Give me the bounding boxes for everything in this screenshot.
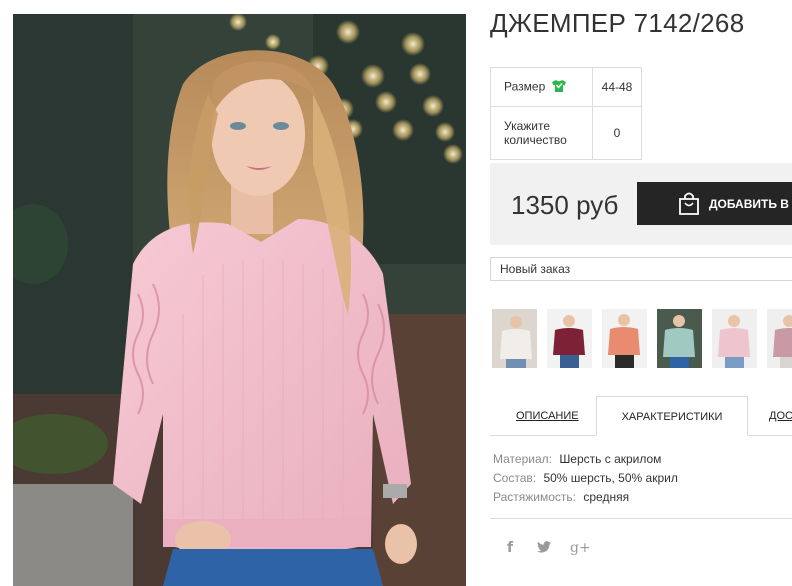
product-title: ДЖЕМПЕР 7142/268 bbox=[490, 8, 745, 38]
google-plus-icon[interactable]: g+ bbox=[570, 540, 591, 556]
characteristic-key: Материал: bbox=[493, 452, 552, 466]
product-price: 1350 руб bbox=[511, 190, 619, 220]
add-to-order-label: ДОБАВИТЬ В ЗАКАЗ bbox=[709, 196, 792, 211]
add-to-order-button[interactable]: ДОБАВИТЬ В ЗАКАЗ bbox=[637, 182, 792, 225]
characteristic-row: Растяжимость: средняя bbox=[493, 488, 678, 507]
tab-delivery[interactable]: ДОСТАВКА bbox=[769, 396, 792, 436]
characteristics-list: Материал: Шерсть с акрилом Состав: 50% ш… bbox=[493, 450, 678, 507]
thumbnail-2[interactable] bbox=[547, 309, 592, 368]
thumbnail-strip bbox=[492, 309, 792, 369]
thumbnail-4[interactable] bbox=[657, 309, 702, 368]
size-value[interactable]: 44-48 bbox=[592, 67, 642, 107]
twitter-icon[interactable] bbox=[537, 540, 551, 556]
thumbnail-6[interactable] bbox=[767, 309, 792, 368]
thumbnail-3[interactable] bbox=[602, 309, 647, 368]
product-main-photo bbox=[13, 14, 466, 586]
social-divider bbox=[490, 518, 792, 519]
size-label: Размер bbox=[504, 79, 546, 94]
tshirt-icon[interactable] bbox=[551, 79, 567, 96]
buy-panel: 1350 руб ДОБАВИТЬ В ЗАКАЗ bbox=[490, 163, 792, 245]
characteristic-value: Шерсть с акрилом bbox=[559, 452, 662, 466]
options-table: Размер 44-48 Укажите количество 0 bbox=[490, 67, 642, 160]
quantity-label: Укажите количество bbox=[490, 106, 593, 160]
characteristic-row: Материал: Шерсть с акрилом bbox=[493, 450, 678, 469]
shopping-bag-icon bbox=[677, 191, 701, 219]
quantity-label-line2: количество bbox=[504, 133, 567, 147]
characteristic-key: Состав: bbox=[493, 471, 537, 485]
characteristic-value: средняя bbox=[583, 490, 630, 504]
facebook-icon[interactable]: f bbox=[507, 540, 513, 556]
size-cell: Размер bbox=[490, 67, 593, 107]
quantity-label-line1: Укажите bbox=[504, 119, 551, 133]
characteristic-key: Растяжимость: bbox=[493, 490, 577, 504]
thumbnail-5[interactable] bbox=[712, 309, 757, 368]
characteristic-value: 50% шерсть, 50% акрил bbox=[543, 471, 678, 485]
tab-description[interactable]: ОПИСАНИЕ bbox=[516, 396, 579, 436]
characteristic-row: Состав: 50% шерсть, 50% акрил bbox=[493, 469, 678, 488]
thumbnail-1[interactable] bbox=[492, 309, 537, 368]
order-select[interactable]: Новый заказ bbox=[490, 257, 792, 281]
tab-characteristics[interactable]: ХАРАКТЕРИСТИКИ bbox=[596, 396, 748, 436]
quantity-input[interactable]: 0 bbox=[592, 106, 642, 160]
